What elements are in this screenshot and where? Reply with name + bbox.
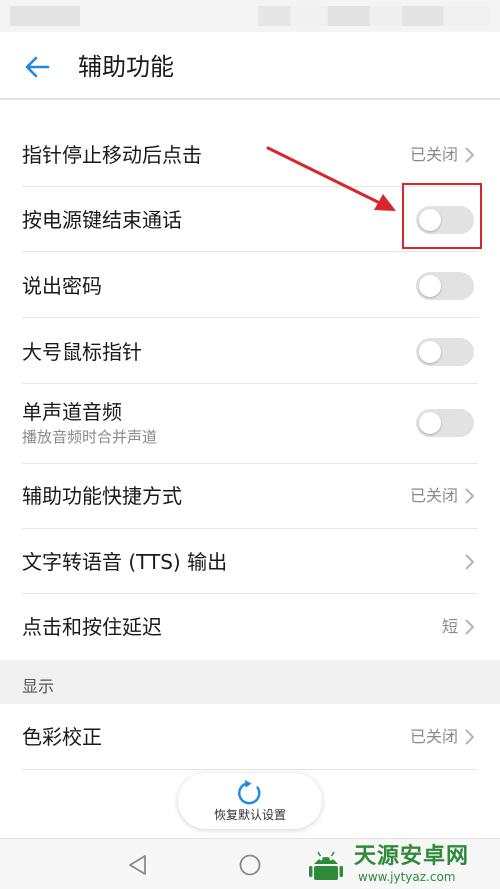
setting-label: 按电源键结束通话 xyxy=(22,208,182,232)
watermark-site-name: 天源安卓网 xyxy=(354,844,470,869)
site-watermark: 天源安卓网 www.jytyaz.com xyxy=(300,842,500,889)
setting-sublabel: 播放音频时合并声道 xyxy=(22,428,158,446)
toggle-switch-speak-passwords[interactable] xyxy=(416,272,474,300)
watermark-site-url: www.jytyaz.com xyxy=(358,870,456,884)
setting-row-mono-audio[interactable]: 单声道音频 播放音频时合并声道 xyxy=(0,384,500,464)
page-title: 辅助功能 xyxy=(78,53,174,81)
chevron-right-icon xyxy=(465,729,475,745)
chevron-right-icon xyxy=(465,619,475,635)
setting-label: 指针停止移动后点击 xyxy=(22,143,202,167)
toggle-knob xyxy=(419,341,441,363)
divider xyxy=(22,769,478,770)
restore-defaults-label: 恢复默认设置 xyxy=(213,808,286,822)
setting-row-accessibility-shortcut[interactable]: 辅助功能快捷方式 已关闭 xyxy=(0,464,500,529)
setting-row-speak-passwords[interactable]: 说出密码 xyxy=(0,252,500,318)
toggle-switch-mono-audio[interactable] xyxy=(416,409,474,437)
setting-row-large-mouse-pointer[interactable]: 大号鼠标指针 xyxy=(0,318,500,384)
toggle-switch-large-mouse-pointer[interactable] xyxy=(416,338,474,366)
setting-label: 说出密码 xyxy=(22,274,102,298)
setting-label: 点击和按住延迟 xyxy=(22,615,162,639)
refresh-icon xyxy=(238,780,261,805)
setting-row-tts-output[interactable]: 文字转语音 (TTS) 输出 xyxy=(0,529,500,594)
status-bar-blurred-right xyxy=(258,6,490,26)
android-robot-logo-icon xyxy=(309,851,343,880)
setting-label: 辅助功能快捷方式 xyxy=(22,484,182,508)
setting-label: 大号鼠标指针 xyxy=(22,340,142,364)
status-bar-blurred-left xyxy=(10,6,80,26)
chevron-right-icon xyxy=(465,147,475,163)
arrow-left-icon[interactable] xyxy=(22,52,52,82)
setting-row-color-correction[interactable]: 色彩校正 已关闭 xyxy=(0,704,500,770)
setting-label: 文字转语音 (TTS) 输出 xyxy=(22,550,228,574)
setting-value: 短 xyxy=(441,617,458,636)
status-bar xyxy=(0,0,500,32)
section-title-display: 显示 xyxy=(22,677,55,696)
setting-row-touch-hold-delay[interactable]: 点击和按住延迟 短 xyxy=(0,594,500,660)
setting-label: 色彩校正 xyxy=(22,725,102,749)
setting-value: 已关闭 xyxy=(409,145,458,164)
annotation-arrow-icon xyxy=(266,146,396,211)
circle-home-icon[interactable] xyxy=(238,853,262,877)
section-header-band xyxy=(0,660,500,704)
annotation-highlight-box xyxy=(402,183,482,249)
app-header: 辅助功能 xyxy=(0,32,500,100)
setting-value: 已关闭 xyxy=(409,727,458,746)
restore-defaults-button[interactable]: 恢复默认设置 xyxy=(178,773,322,829)
toggle-knob xyxy=(419,275,441,297)
setting-value: 已关闭 xyxy=(409,486,458,505)
setting-label: 单声道音频 xyxy=(22,400,122,424)
triangle-back-icon[interactable] xyxy=(126,853,150,877)
chevron-right-icon xyxy=(465,554,475,570)
setting-row-dwell-click[interactable]: 指针停止移动后点击 已关闭 xyxy=(0,122,500,187)
chevron-right-icon xyxy=(465,488,475,504)
toggle-knob xyxy=(419,412,441,434)
